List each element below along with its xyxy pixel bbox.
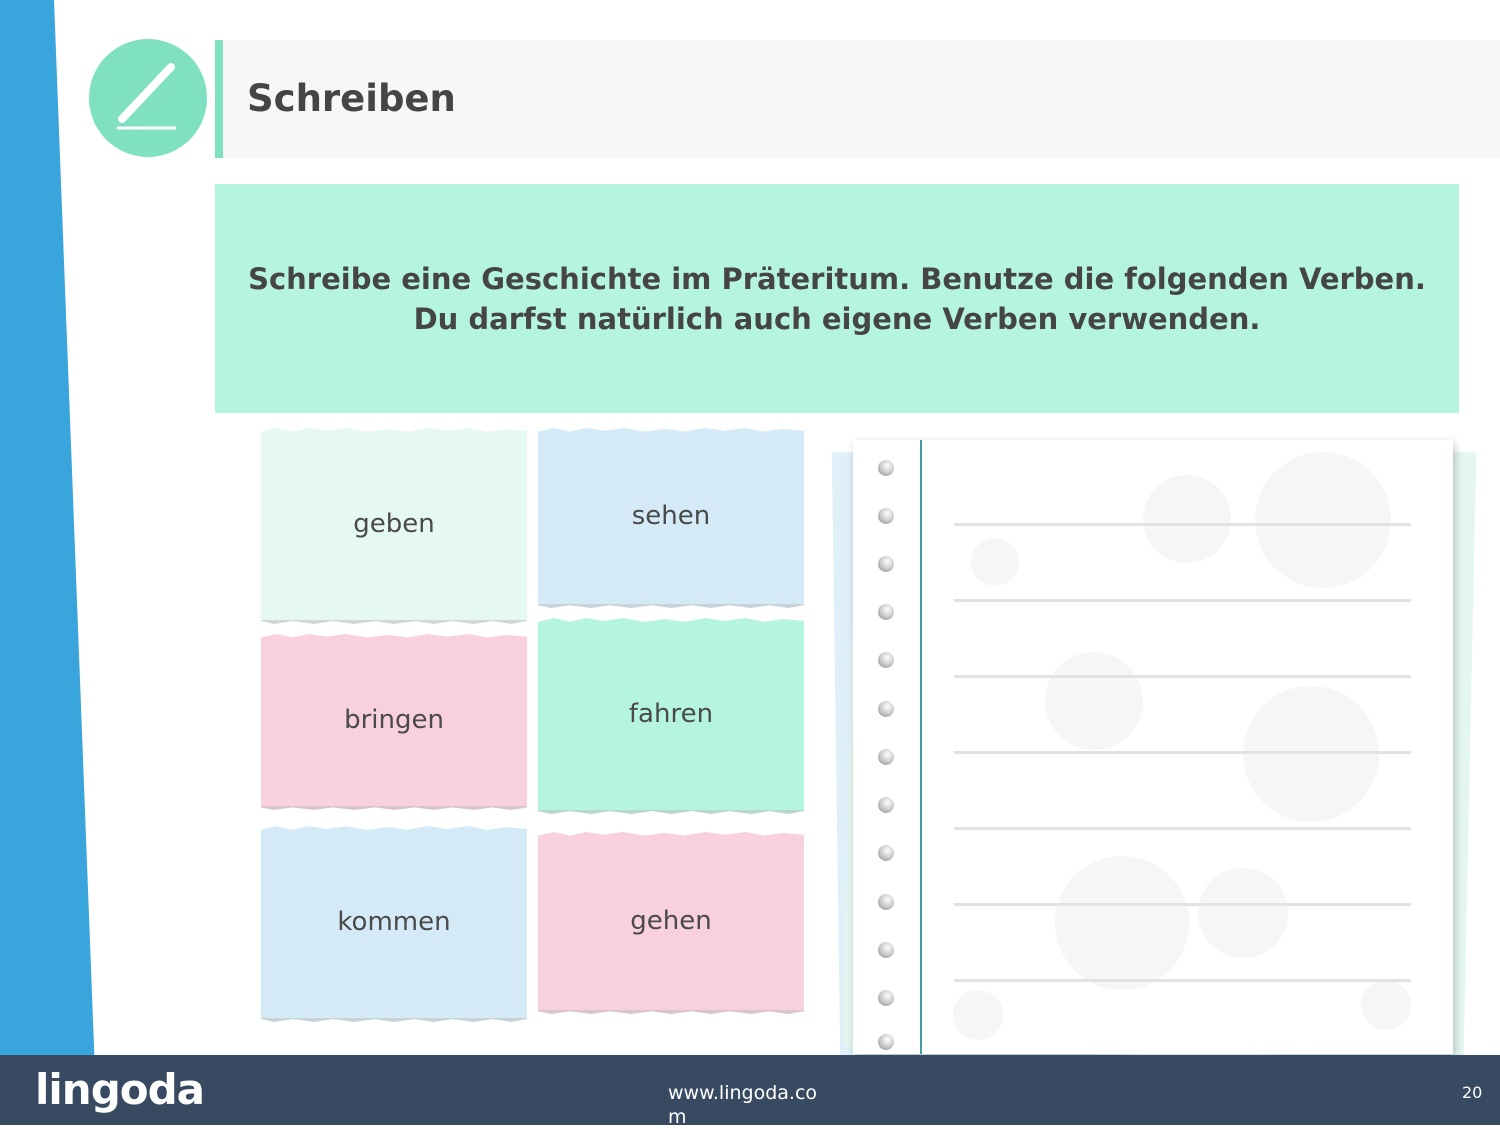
writing-line bbox=[954, 523, 1411, 526]
ring-hole bbox=[878, 845, 894, 861]
ring-hole bbox=[878, 749, 894, 765]
verb-card-fahren: fahren bbox=[538, 618, 804, 814]
side-stripe bbox=[0, 0, 100, 1125]
ring-hole bbox=[878, 652, 894, 668]
ring-hole bbox=[878, 797, 894, 813]
title-accent bbox=[215, 40, 223, 158]
footer-url[interactable]: www.lingoda.com bbox=[668, 1081, 828, 1129]
decorative-circle bbox=[953, 990, 1003, 1040]
writing-line bbox=[954, 979, 1411, 982]
title-bar: Schreiben bbox=[215, 40, 1500, 158]
pencil-icon bbox=[89, 39, 207, 157]
decorative-circle bbox=[1198, 868, 1288, 958]
page-title: Schreiben bbox=[247, 77, 456, 120]
writing-line bbox=[954, 751, 1411, 754]
page-number: 20 bbox=[1462, 1083, 1483, 1102]
notebook-writing-area[interactable] bbox=[853, 440, 1453, 1054]
writing-line bbox=[954, 903, 1411, 906]
decorative-circle bbox=[971, 538, 1019, 586]
notebook-margin-line bbox=[920, 440, 922, 1054]
footer: lingoda www.lingoda.com 20 bbox=[0, 1055, 1500, 1128]
writing-line bbox=[954, 599, 1411, 602]
lingoda-logo: lingoda bbox=[35, 1065, 205, 1114]
ring-hole bbox=[878, 701, 894, 717]
instruction-box: Schreibe eine Geschichte im Präteritum. … bbox=[215, 184, 1459, 413]
ring-hole bbox=[878, 990, 894, 1006]
ring-hole bbox=[878, 1034, 894, 1050]
decorative-circle bbox=[1361, 980, 1411, 1030]
verb-card-bringen: bringen bbox=[261, 634, 527, 810]
decorative-circle bbox=[1045, 652, 1143, 750]
decorative-circle bbox=[1255, 452, 1391, 588]
decorative-circle bbox=[1243, 686, 1379, 822]
verb-card-kommen: kommen bbox=[261, 826, 527, 1022]
verb-card-sehen: sehen bbox=[538, 428, 804, 608]
ring-hole bbox=[878, 460, 894, 476]
instruction-line-2: Du darfst natürlich auch eigene Verben v… bbox=[413, 301, 1261, 336]
ring-hole bbox=[878, 556, 894, 572]
ring-hole bbox=[878, 942, 894, 958]
decorative-circle bbox=[1055, 856, 1189, 990]
ring-hole bbox=[878, 508, 894, 524]
verb-card-gehen: gehen bbox=[538, 832, 804, 1014]
ring-hole bbox=[878, 604, 894, 620]
writing-line bbox=[954, 827, 1411, 830]
decorative-circle bbox=[1143, 475, 1231, 563]
writing-line bbox=[954, 675, 1411, 678]
instruction-line-1: Schreibe eine Geschichte im Präteritum. … bbox=[248, 261, 1426, 296]
verb-card-geben: geben bbox=[261, 428, 527, 624]
ring-hole bbox=[878, 894, 894, 910]
